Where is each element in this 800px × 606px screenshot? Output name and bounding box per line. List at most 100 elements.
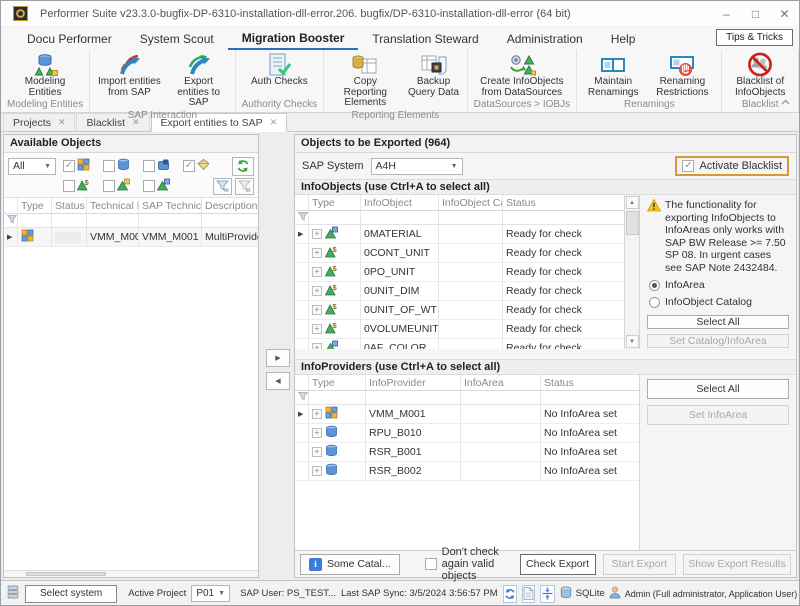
horizontal-scrollbar[interactable] (4, 570, 258, 577)
scroll-down-icon[interactable]: ▼ (626, 335, 639, 348)
infoarea-radio-row[interactable]: InfoArea (649, 279, 789, 291)
scrollbar-thumb[interactable] (626, 211, 639, 235)
apply-filter-button[interactable] (213, 178, 232, 195)
check-export-button[interactable]: Check Export (520, 554, 596, 575)
expand-icon[interactable]: + (312, 447, 322, 457)
move-right-button[interactable]: ▶ (266, 349, 290, 367)
tab-help[interactable]: Help (597, 27, 650, 50)
grid-filter-row[interactable] (295, 391, 639, 405)
maximize-button[interactable]: □ (741, 1, 770, 26)
grid-filter-row[interactable] (295, 211, 624, 225)
column-header-description[interactable]: Description ... (202, 198, 258, 213)
infoobject-catalog-radio[interactable] (649, 297, 660, 308)
tab-translation-steward[interactable]: Translation Steward (358, 27, 492, 50)
close-tab-icon[interactable]: ✕ (270, 117, 278, 128)
select-system-button[interactable]: Select system (25, 585, 117, 603)
expand-icon[interactable]: + (312, 428, 322, 438)
grid-filter-row[interactable] (4, 214, 258, 228)
table-row[interactable]: + RSR_B001 No InfoArea set (295, 443, 639, 462)
table-row[interactable]: + RPU_B010 No InfoArea set (295, 424, 639, 443)
table-row[interactable]: +$ 0CONT_UNIT Ready for check (295, 244, 624, 263)
create-infoobjects-button[interactable]: Create InfoObjects from DataSources (474, 50, 570, 98)
filter-multiprovider-checkbox[interactable] (63, 160, 75, 172)
some-catalogs-button[interactable]: i Some Catal... (300, 554, 400, 575)
show-export-results-button[interactable]: Show Export Results (683, 554, 791, 575)
active-project-dropdown[interactable]: P01▼ (191, 585, 230, 602)
table-row[interactable]: +$ 0UNIT_DIM Ready for check (295, 282, 624, 301)
tips-and-tricks-button[interactable]: Tips & Tricks (716, 29, 793, 46)
filter-composite-checkbox[interactable] (183, 160, 195, 172)
doc-tab-projects[interactable]: Projects✕ (3, 113, 75, 131)
refresh-objects-button[interactable] (232, 157, 254, 176)
expand-icon[interactable]: + (312, 248, 322, 258)
filter-characteristic-checkbox[interactable] (103, 180, 115, 192)
renaming-restrictions-button[interactable]: Renaming Restrictions (647, 50, 717, 98)
activate-blacklist-checkbox[interactable] (682, 160, 694, 172)
column-header-sap-technical[interactable]: SAP Technical ... (139, 198, 202, 213)
blacklist-infoobjects-button[interactable]: Blacklist of InfoObjects (726, 50, 794, 98)
clear-filter-button[interactable] (235, 178, 254, 195)
backup-query-button[interactable]: Backup Query Data (404, 50, 462, 109)
scrollbar-thumb[interactable] (26, 572, 106, 576)
filter-adso-checkbox[interactable] (143, 160, 155, 172)
close-tab-icon[interactable]: ✕ (58, 117, 66, 128)
collapse-ribbon-icon[interactable] (781, 96, 790, 108)
column-header-technical[interactable]: Technical N... (87, 198, 139, 213)
table-row[interactable]: ▶ VMM_M001 VMM_M001 MultiProvide... (4, 228, 258, 247)
table-row[interactable]: +$ 0PO_UNIT Ready for check (295, 263, 624, 282)
copy-reporting-button[interactable]: Copy Reporting Elements (328, 50, 402, 109)
align-center-button[interactable] (540, 585, 555, 603)
auth-checks-button[interactable]: Auth Checks (248, 50, 311, 98)
column-header-infoobject[interactable]: InfoObject (361, 195, 439, 210)
close-button[interactable]: ✕ (770, 1, 799, 26)
start-export-button[interactable]: Start Export (603, 554, 676, 575)
tab-system-scout[interactable]: System Scout (126, 27, 228, 50)
expand-icon[interactable]: + (312, 286, 322, 296)
sap-system-dropdown[interactable]: A4H▼ (371, 158, 463, 175)
document-log-button[interactable] (522, 585, 535, 603)
column-header-status[interactable]: Status (52, 198, 87, 213)
tab-docu-performer[interactable]: Docu Performer (13, 27, 126, 50)
column-header-type[interactable]: Type (309, 195, 361, 210)
column-header-status[interactable]: Status (541, 375, 639, 390)
type-filter-dropdown[interactable]: All▼ (8, 158, 56, 175)
import-entities-button[interactable]: Import entities from SAP (94, 50, 165, 109)
table-row[interactable]: +$ 0VOLUMEUNIT Ready for check (295, 320, 624, 339)
export-entities-button[interactable]: Export entities to SAP (167, 50, 231, 109)
column-header-catalog[interactable]: InfoObject Ca... (439, 195, 503, 210)
filter-infocube-checkbox[interactable] (103, 160, 115, 172)
expand-icon[interactable]: + (312, 409, 322, 419)
tab-migration-booster[interactable]: Migration Booster (228, 27, 359, 50)
column-header-status[interactable]: Status (503, 195, 624, 210)
table-row[interactable]: ▶ + 0MATERIAL Ready for check (295, 225, 624, 244)
table-row[interactable]: ▶ + VMM_M001 No InfoArea set (295, 405, 639, 424)
infoarea-radio[interactable] (649, 280, 660, 291)
select-all-infoobjects-button[interactable]: Select All (647, 315, 789, 329)
vertical-scrollbar[interactable]: ▲ ▼ (625, 195, 640, 349)
column-header-type[interactable]: Type (18, 198, 52, 213)
column-header-type[interactable]: Type (309, 375, 366, 390)
select-all-infoproviders-button[interactable]: Select All (647, 379, 789, 399)
filter-unit-checkbox[interactable] (63, 180, 75, 192)
modeling-entities-button[interactable]: Modeling Entities (5, 50, 85, 98)
table-row[interactable]: + RSR_B002 No InfoArea set (295, 462, 639, 481)
expand-icon[interactable]: + (312, 305, 322, 315)
dont-check-again-checkbox[interactable] (425, 558, 437, 570)
maintain-renamings-button[interactable]: Maintain Renamings (581, 50, 645, 98)
sync-refresh-button[interactable] (503, 585, 517, 603)
column-header-infoarea[interactable]: InfoArea (461, 375, 541, 390)
set-infoarea-button[interactable]: Set InfoArea (647, 405, 789, 425)
infoobject-catalog-radio-row[interactable]: InfoObject Catalog (649, 296, 789, 308)
set-catalog-infoarea-button[interactable]: Set Catalog/InfoArea (647, 334, 789, 348)
scroll-up-icon[interactable]: ▲ (626, 196, 639, 209)
table-row[interactable]: +$ 0UNIT_OF_WT Ready for check (295, 301, 624, 320)
tab-administration[interactable]: Administration (493, 27, 597, 50)
table-row[interactable]: + 0AF_COLOR Ready for check (295, 339, 624, 349)
move-left-button[interactable]: ◀ (266, 372, 290, 390)
expand-icon[interactable]: + (312, 324, 322, 334)
filter-timechar-checkbox[interactable] (143, 180, 155, 192)
expand-icon[interactable]: + (312, 229, 322, 239)
expand-icon[interactable]: + (312, 466, 322, 476)
expand-icon[interactable]: + (312, 267, 322, 277)
minimize-button[interactable]: – (712, 1, 741, 26)
